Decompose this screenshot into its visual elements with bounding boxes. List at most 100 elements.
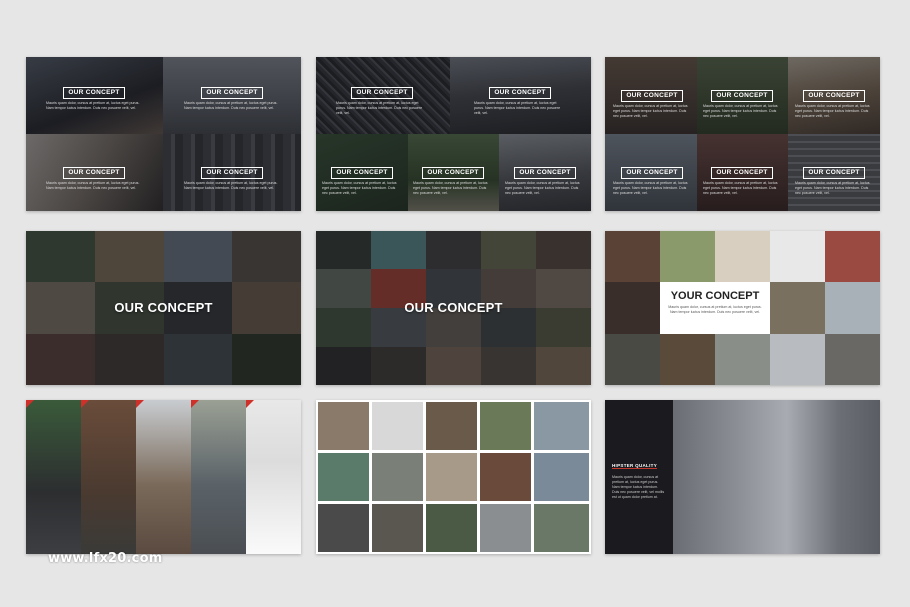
slide-8-photo-grid[interactable]	[316, 400, 591, 554]
concept-label: OUR CONCEPT	[621, 90, 683, 102]
concept-block: OUR CONCEPT Mauris quam dolor, cursus at…	[46, 161, 142, 191]
photo-tile	[825, 282, 880, 334]
photo-tile	[660, 334, 715, 385]
your-concept-panel: YOUR CONCEPT Mauris quam dolor, cursus a…	[660, 282, 770, 334]
photo-tile	[372, 453, 423, 501]
photo-tile	[605, 231, 660, 282]
your-concept-description: Mauris quam dolor, cursus at pretium at,…	[668, 305, 762, 314]
photo-tile	[480, 402, 531, 450]
slide-9-hipster-quality[interactable]: HIPSTER QUALITY Mauris quam dolor, cursu…	[605, 400, 880, 554]
concept-label: OUR CONCEPT	[803, 90, 865, 102]
photo-tile	[191, 400, 246, 554]
concept-block: OUR CONCEPT Mauris quam dolor, cursus at…	[184, 81, 280, 111]
photo-tile	[770, 231, 825, 282]
concept-label: OUR CONCEPT	[514, 167, 576, 179]
photo-tile	[81, 400, 136, 554]
photo-tile	[534, 504, 589, 552]
photo-tile	[605, 282, 660, 334]
photo-tile	[825, 231, 880, 282]
concept-label: OUR CONCEPT	[351, 87, 413, 99]
concept-description: Mauris quam dolor, cursus at pretium at,…	[413, 181, 488, 195]
photo-tile	[673, 400, 880, 554]
concept-description: Mauris quam dolor, cursus at pretium at,…	[703, 181, 778, 195]
accent-corner	[26, 400, 34, 408]
concept-block: OUR CONCEPT Mauris quam dolor, cursus at…	[46, 81, 142, 111]
photo-tile	[426, 402, 477, 450]
concept-label: OUR CONCEPT	[803, 167, 865, 179]
concept-label: OUR CONCEPT	[711, 167, 773, 179]
concept-description: Mauris quam dolor, cursus at pretium at,…	[184, 101, 278, 110]
concept-block: OUR CONCEPT Mauris quam dolor, cursus at…	[413, 161, 493, 196]
concept-block: OUR CONCEPT Mauris quam dolor, cursus at…	[795, 84, 873, 119]
photo-tile	[480, 453, 531, 501]
accent-corner	[136, 400, 144, 408]
slide-1-four-concepts[interactable]: OUR CONCEPT Mauris quam dolor, cursus at…	[26, 57, 301, 211]
concept-label: OUR CONCEPT	[489, 87, 551, 99]
slide-3-six-concepts[interactable]: OUR CONCEPT Mauris quam dolor, cursus at…	[605, 57, 880, 211]
concept-label: OUR CONCEPT	[422, 167, 484, 179]
accent-corner	[246, 400, 254, 408]
photo-tile	[318, 402, 369, 450]
concept-label: OUR CONCEPT	[201, 87, 263, 99]
concept-block: OUR CONCEPT Mauris quam dolor, cursus at…	[613, 84, 691, 119]
slide-2-five-concepts[interactable]: OUR CONCEPT Mauris quam dolor, cursus at…	[316, 57, 591, 211]
concept-label: OUR CONCEPT	[711, 90, 773, 102]
concept-block: OUR CONCEPT Mauris quam dolor, cursus at…	[505, 161, 585, 196]
watermark: www.lfx20.com	[48, 551, 163, 566]
slide-4-mosaic-concept[interactable]: OUR CONCEPT	[26, 231, 301, 385]
your-concept-title: YOUR CONCEPT	[670, 290, 760, 302]
concept-block: OUR CONCEPT Mauris quam dolor, cursus at…	[474, 81, 566, 116]
photo-tile	[426, 504, 477, 552]
concept-block: OUR CONCEPT Mauris quam dolor, cursus at…	[703, 161, 781, 196]
concept-block: OUR CONCEPT Mauris quam dolor, cursus at…	[322, 161, 402, 196]
hipster-quality-description: Mauris quam dolor, cursus at pretium at,…	[612, 475, 665, 499]
concept-block: OUR CONCEPT Mauris quam dolor, cursus at…	[184, 161, 280, 191]
photo-tile	[715, 231, 770, 282]
concept-label: OUR CONCEPT	[201, 167, 263, 179]
concept-label: OUR CONCEPT	[63, 87, 125, 99]
concept-title: OUR CONCEPT	[114, 300, 213, 315]
slide-5-mosaic-concept[interactable]: OUR CONCEPT	[316, 231, 591, 385]
photo-tile	[318, 504, 369, 552]
concept-block: OUR CONCEPT Mauris quam dolor, cursus at…	[336, 81, 428, 116]
photo-tile	[770, 282, 825, 334]
photo-tile	[426, 453, 477, 501]
slide-6-your-concept[interactable]: YOUR CONCEPT Mauris quam dolor, cursus a…	[605, 231, 880, 385]
concept-description: Mauris quam dolor, cursus at pretium at,…	[613, 104, 688, 118]
photo-tile	[480, 504, 531, 552]
concept-description: Mauris quam dolor, cursus at pretium at,…	[613, 181, 688, 195]
concept-description: Mauris quam dolor, cursus at pretium at,…	[795, 181, 870, 195]
concept-description: Mauris quam dolor, cursus at pretium at,…	[322, 181, 397, 195]
photo-tile	[715, 334, 770, 385]
photo-tile	[770, 334, 825, 385]
hipster-quality-panel: HIPSTER QUALITY Mauris quam dolor, cursu…	[605, 400, 673, 554]
concept-label: OUR CONCEPT	[63, 167, 125, 179]
photo-tile	[605, 334, 660, 385]
photo-tile	[318, 453, 369, 501]
hipster-quality-title: HIPSTER QUALITY	[612, 463, 658, 469]
concept-description: Mauris quam dolor, cursus at pretium at,…	[505, 181, 580, 195]
concept-description: Mauris quam dolor, cursus at pretium at,…	[795, 104, 870, 118]
concept-description: Mauris quam dolor, cursus at pretium at,…	[703, 104, 778, 118]
photo-tile	[372, 402, 423, 450]
photo-tile	[825, 334, 880, 385]
concept-description: Mauris quam dolor, cursus at pretium at,…	[474, 101, 561, 115]
photo-tile	[136, 400, 191, 554]
photo-tile	[534, 402, 589, 450]
concept-block: OUR CONCEPT Mauris quam dolor, cursus at…	[795, 161, 873, 196]
slide-7-portrait-strips[interactable]	[26, 400, 301, 554]
concept-description: Mauris quam dolor, cursus at pretium at,…	[46, 181, 140, 190]
concept-block: OUR CONCEPT Mauris quam dolor, cursus at…	[703, 84, 781, 119]
concept-label: OUR CONCEPT	[331, 167, 393, 179]
photo-tile	[246, 400, 301, 554]
concept-label: OUR CONCEPT	[621, 167, 683, 179]
concept-description: Mauris quam dolor, cursus at pretium at,…	[336, 101, 423, 115]
concept-description: Mauris quam dolor, cursus at pretium at,…	[184, 181, 278, 190]
accent-corner	[191, 400, 199, 408]
photo-tile	[534, 453, 589, 501]
concept-title: OUR CONCEPT	[404, 300, 503, 315]
concept-description: Mauris quam dolor, cursus at pretium at,…	[46, 101, 140, 110]
concept-block: OUR CONCEPT Mauris quam dolor, cursus at…	[613, 161, 691, 196]
photo-tile	[660, 231, 715, 282]
accent-corner	[81, 400, 89, 408]
